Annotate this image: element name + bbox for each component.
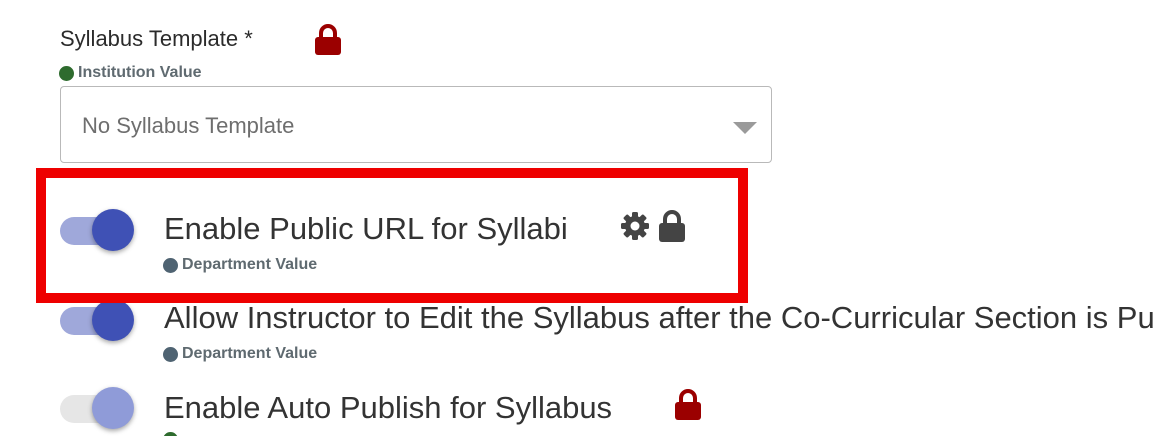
lock-icon bbox=[315, 24, 341, 55]
source-label: Institution Value bbox=[78, 64, 202, 81]
toggle-thumb[interactable] bbox=[92, 387, 134, 429]
syllabus-template-label: Syllabus Template * bbox=[60, 26, 253, 51]
department-value-indicator: Department Value bbox=[163, 345, 317, 363]
highlight-box bbox=[36, 168, 748, 303]
allow-instructor-edit-toggle[interactable] bbox=[60, 299, 134, 343]
status-dot bbox=[59, 65, 74, 81]
enable-auto-publish-label: Enable Auto Publish for Syllabus bbox=[164, 390, 613, 425]
toggle-thumb[interactable] bbox=[92, 299, 134, 341]
source-label: Department Value bbox=[182, 345, 318, 362]
enable-auto-publish-toggle[interactable] bbox=[60, 387, 134, 431]
settings-page: Syllabus Template * Institution Value No… bbox=[0, 0, 1166, 436]
syllabus-template-select[interactable]: No Syllabus Template bbox=[60, 86, 772, 163]
chevron-down-icon[interactable] bbox=[733, 122, 757, 134]
institution-value-indicator: Institution Value bbox=[59, 64, 202, 82]
allow-instructor-edit-label: Allow Instructor to Edit the Syllabus af… bbox=[164, 300, 1155, 335]
select-value: No Syllabus Template bbox=[82, 113, 295, 138]
status-dot bbox=[163, 432, 178, 436]
lock-icon bbox=[675, 389, 701, 420]
status-dot bbox=[163, 346, 178, 362]
